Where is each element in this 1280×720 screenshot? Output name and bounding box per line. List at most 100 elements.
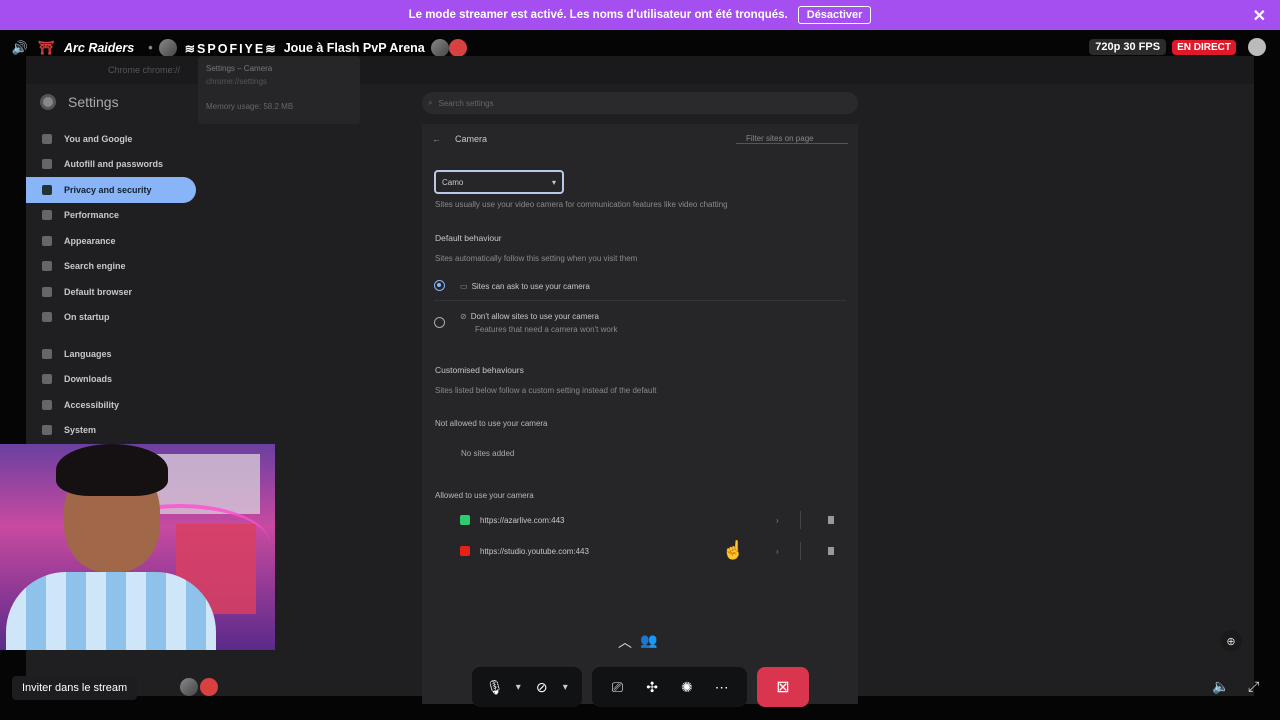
nav-item-label: Search engine (64, 261, 126, 272)
soundboard-icon[interactable]: ✺ (673, 673, 701, 701)
tab-url: chrome://settings (206, 77, 267, 86)
chevron-down-icon[interactable]: ▾ (510, 673, 526, 701)
nav-item-downloads[interactable]: Downloads (26, 367, 196, 393)
volume-icon[interactable]: 🔈 (1212, 678, 1229, 695)
nav-item-label: Languages (64, 348, 112, 359)
translate-icon (42, 348, 52, 359)
nav-item-system[interactable]: System (26, 418, 196, 444)
chat-icon[interactable] (1248, 38, 1266, 56)
live-badge: EN DIRECT (1172, 39, 1236, 55)
close-icon[interactable]: ✕ (1253, 6, 1266, 26)
nav-item-label: Privacy and security (64, 184, 152, 195)
camera-device-select[interactable]: Camo ▾ (434, 170, 564, 194)
nav-item-performance[interactable]: Performance (26, 203, 196, 229)
viewer-avatar[interactable] (180, 678, 198, 696)
accessibility-icon (42, 399, 52, 410)
delete-icon[interactable] (828, 547, 834, 555)
nav-item-accessibility[interactable]: Accessibility (26, 392, 196, 418)
settings-title: Settings (68, 94, 119, 110)
search-settings-input[interactable]: ⌕ Search settings (422, 92, 858, 114)
viewer-avatar[interactable] (448, 39, 467, 57)
nav-item-autofill[interactable]: Autofill and passwords (26, 152, 196, 178)
radio-allow-ask[interactable] (434, 280, 445, 291)
camera-icon: ▭ (460, 282, 468, 291)
activities-icon[interactable]: ✣ (638, 673, 666, 701)
nav-item-search-engine[interactable]: Search engine (26, 254, 196, 280)
viewer-avatar[interactable] (430, 39, 449, 57)
option-block[interactable]: ⊘ Don't allow sites to use your camera Fe… (460, 312, 618, 334)
nav-item-privacy[interactable]: Privacy and security (26, 177, 196, 203)
not-allowed-header: Not allowed to use your camera (435, 419, 548, 428)
nav-item-you-and-google[interactable]: You and Google (26, 126, 196, 152)
radio-block[interactable] (434, 317, 445, 328)
nav-item-default-browser[interactable]: Default browser (26, 279, 196, 305)
shield-icon (42, 184, 52, 195)
nav-item-label: Autofill and passwords (64, 159, 164, 170)
screen-share-icon[interactable]: ⎚ (603, 673, 631, 701)
person-shirt (6, 572, 216, 650)
game-name[interactable]: Arc Raiders (64, 41, 134, 55)
nav-item-label: Appearance (64, 235, 116, 246)
disable-streamer-mode-button[interactable]: Désactiver (797, 6, 872, 24)
stream-badges: 720p 30 FPS EN DIRECT (1089, 38, 1266, 56)
panel-title: Camera (455, 134, 488, 144)
settings-header: Settings (40, 94, 119, 110)
viewer-avatar[interactable] (200, 678, 218, 696)
streamer-name[interactable]: ≋SPOFIYE≋ (185, 41, 278, 56)
chevron-up-icon[interactable]: ︿ (618, 632, 632, 652)
divider (434, 300, 846, 301)
nav-item-languages[interactable]: Languages (26, 341, 196, 367)
delete-icon[interactable] (828, 516, 834, 524)
game-icon: ⛩ (37, 40, 55, 55)
address-bar: Chrome chrome:// (108, 65, 181, 75)
divider (800, 511, 801, 529)
customised-header: Customised behaviours (435, 365, 524, 375)
wrench-icon (42, 425, 52, 436)
chevron-down-icon: ▾ (551, 177, 556, 187)
microphone-icon[interactable]: 🎙 (481, 673, 509, 701)
streamer-avatar[interactable] (158, 39, 177, 57)
activity-text: Joue à Flash PvP Arena (283, 41, 425, 55)
streamer-mode-banner: Le mode streamer est activé. Les noms d'… (0, 0, 1280, 30)
people-icon[interactable]: 👥 (640, 632, 657, 652)
camera-off-icon[interactable]: ⊘ (528, 673, 556, 701)
browser-icon (42, 286, 52, 297)
filter-sites-input[interactable]: Filter sites on page (736, 134, 848, 144)
camera-off-icon: ⊘ (460, 312, 467, 321)
activity-controls: ⎚ ✣ ✺ ⋯ (592, 667, 747, 707)
option-allow-label: Sites can ask to use your camera (471, 282, 590, 291)
site-row[interactable]: https://azarlive.com:443 › (460, 510, 840, 530)
invite-to-stream-button[interactable]: Inviter dans le stream (12, 676, 138, 700)
site-row[interactable]: https://studio.youtube.com:443 › (460, 541, 840, 561)
palette-icon (42, 235, 52, 246)
camera-settings-panel: ← Camera Filter sites on page Camo ▾ Sit… (422, 124, 858, 704)
nav-item-appearance[interactable]: Appearance (26, 228, 196, 254)
nav-item-on-startup[interactable]: On startup (26, 305, 196, 331)
zoom-icon[interactable]: ⊕ (1220, 630, 1242, 652)
allowed-header: Allowed to use your camera (435, 491, 534, 500)
audio-video-controls: 🎙 ▾ ⊘ ▾ (472, 667, 582, 707)
fullscreen-icon[interactable]: ⤢ (1248, 678, 1259, 695)
site-url: https://azarlive.com:443 (480, 515, 565, 525)
end-call-icon: ⊠ (776, 679, 790, 696)
more-icon[interactable]: ⋯ (708, 673, 736, 701)
chevron-right-icon[interactable]: › (776, 516, 779, 525)
chevron-down-icon[interactable]: ▾ (557, 673, 573, 701)
back-arrow-icon[interactable]: ← (432, 134, 441, 144)
search-icon: ⌕ (428, 98, 433, 107)
option-allow-ask[interactable]: ▭ Sites can ask to use your camera (460, 282, 590, 291)
camera-description: Sites usually use your video camera for … (435, 200, 728, 209)
viewer-avatars[interactable] (180, 678, 218, 696)
expand-controls[interactable]: ︿ 👥 (618, 632, 657, 652)
nav-item-label: Performance (64, 210, 120, 221)
volume-icon[interactable]: 🔊 (12, 40, 28, 56)
chevron-right-icon[interactable]: › (776, 547, 779, 556)
divider (800, 542, 801, 560)
key-icon (42, 159, 52, 170)
leave-call-button[interactable]: ⊠ (757, 667, 809, 707)
nav-item-label: Accessibility (64, 399, 120, 410)
nav-item-label: System (64, 425, 97, 436)
quality-badge: 720p 30 FPS (1089, 39, 1167, 55)
nav-gap (26, 330, 196, 341)
tab-title: Settings – Camera (206, 64, 273, 73)
